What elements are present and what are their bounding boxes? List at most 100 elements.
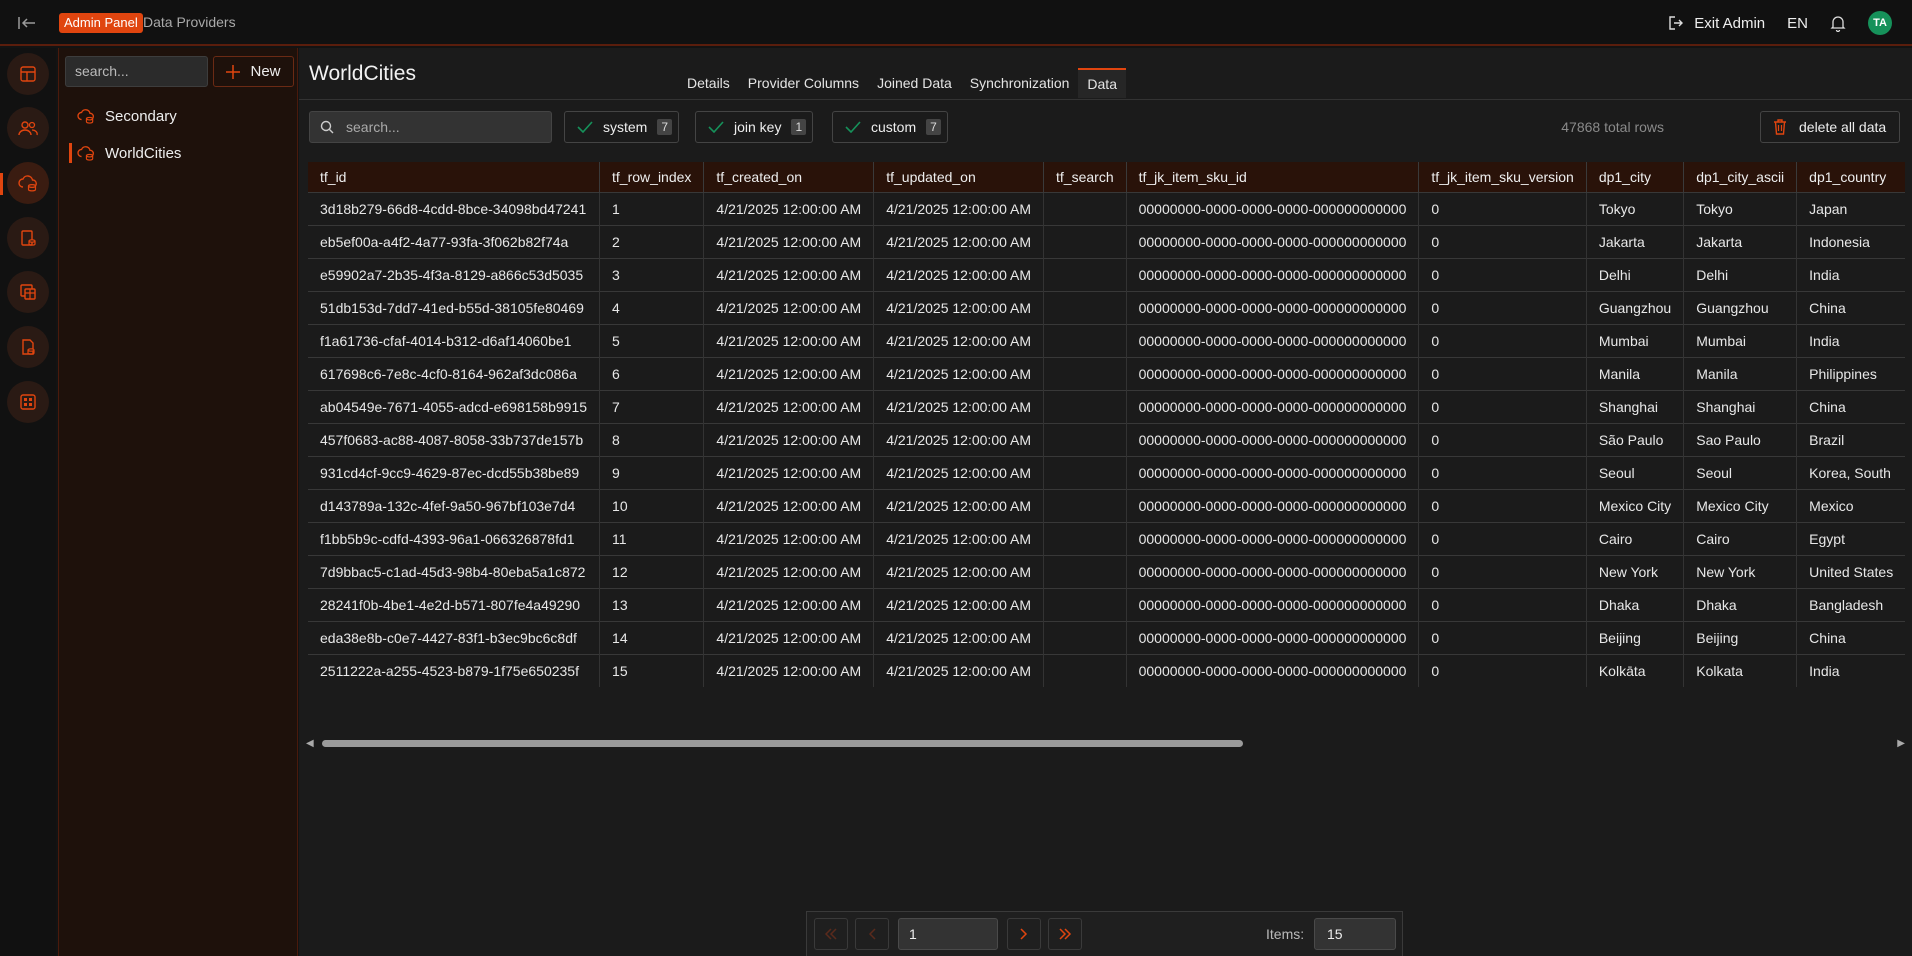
table-cell: e59902a7-2b35-4f3a-8129-a866c53d5035	[308, 257, 601, 291]
table-cell: Korea, South	[1796, 455, 1906, 489]
table-cell: Egypt	[1796, 521, 1906, 555]
table-cell: United States	[1796, 554, 1906, 588]
tab-data[interactable]: Data	[1078, 68, 1126, 98]
sidebar-search-input[interactable]: search...	[65, 56, 208, 87]
table-cell: Cairo	[1586, 521, 1685, 555]
filter-custom[interactable]: custom 7	[832, 111, 948, 143]
rail-tables-icon[interactable]	[7, 271, 49, 313]
exit-admin-button[interactable]: Exit Admin	[1668, 15, 1765, 32]
horizontal-scrollbar[interactable]: ◀ ▶	[299, 737, 1912, 749]
table-row[interactable]: 7d9bbac5-c1ad-45d3-98b4-80eba5a1c872 12 4/…	[308, 554, 1906, 588]
table-cell: 4/21/2025 12:00:00 AM	[703, 521, 875, 555]
scroll-right-arrow-icon[interactable]: ▶	[1897, 738, 1905, 749]
column-header[interactable]: tf_row_index	[599, 162, 705, 192]
tab-provider-columns[interactable]: Provider Columns	[739, 68, 868, 98]
table-cell: 0	[1418, 323, 1587, 357]
table-cell: f1a61736-cfaf-4014-b312-d6af14060be1	[308, 323, 601, 357]
rail-cloud-data-icon[interactable]	[7, 162, 49, 204]
items-per-page-input[interactable]: 15	[1314, 918, 1396, 950]
table-cell: 4/21/2025 12:00:00 AM	[873, 191, 1045, 225]
table-row[interactable]: e59902a7-2b35-4f3a-8129-a866c53d5035 3 4/2…	[308, 257, 1906, 291]
column-header[interactable]: tf_id	[308, 162, 601, 192]
admin-panel-badge: Admin Panel	[59, 13, 143, 33]
table-row[interactable]: f1bb5b9c-cdfd-4393-96a1-066326878fd1 11 4/…	[308, 521, 1906, 555]
table-row[interactable]: 28241f0b-4be1-4e2d-b571-807fe4a49290 13 4/…	[308, 587, 1906, 621]
column-header[interactable]: dp1_city_ascii	[1683, 162, 1798, 192]
rail-file-data-icon[interactable]	[7, 326, 49, 368]
table-row[interactable]: 931cd4cf-9cc9-4629-87ec-dcd55b38be89 9 4/2…	[308, 455, 1906, 489]
table-cell: 3	[599, 257, 705, 291]
divider	[299, 99, 1912, 100]
exit-admin-label: Exit Admin	[1694, 14, 1766, 32]
rail-users-icon[interactable]	[7, 107, 49, 149]
table-cell: Guangzhou	[1683, 290, 1798, 324]
table-row[interactable]: 457f0683-ac88-4087-8058-33b737de157b 8 4/2…	[308, 422, 1906, 456]
first-page-button[interactable]	[814, 918, 848, 950]
chevron-left-icon	[868, 928, 876, 940]
sidebar-active-indicator	[69, 143, 72, 163]
table-cell: 0	[1418, 455, 1587, 489]
delete-all-data-button[interactable]: delete all data	[1760, 111, 1900, 143]
column-header[interactable]: tf_created_on	[703, 162, 875, 192]
table-row[interactable]: 617698c6-7e8c-4cf0-8164-962af3dc086a 6 4/2…	[308, 356, 1906, 390]
table-row[interactable]: eb5ef00a-a4f2-4a77-93fa-3f062b82f74a 2 4/2…	[308, 224, 1906, 258]
table-row[interactable]: eda38e8b-c0e7-4427-83f1-b3ec9bc6c8df 14 4/…	[308, 620, 1906, 654]
column-header[interactable]: tf_jk_item_sku_version	[1418, 162, 1587, 192]
page-number-input[interactable]: 1	[898, 918, 998, 950]
user-avatar[interactable]: TA	[1868, 11, 1892, 35]
rail-database-icon[interactable]	[7, 217, 49, 259]
previous-page-button[interactable]	[855, 918, 889, 950]
table-cell: 7d9bbac5-c1ad-45d3-98b4-80eba5a1c872	[308, 554, 601, 588]
table-row[interactable]: 51db153d-7dd7-41ed-b55d-38105fe80469 4 4/2…	[308, 290, 1906, 324]
filter-system[interactable]: system 7	[564, 111, 680, 143]
table-cell	[1043, 290, 1127, 324]
table-cell: 4/21/2025 12:00:00 AM	[873, 389, 1045, 423]
table-cell: Seoul	[1683, 455, 1798, 489]
next-page-button[interactable]	[1007, 918, 1041, 950]
language-selector[interactable]: EN	[1787, 15, 1808, 32]
table-cell: 4/21/2025 12:00:00 AM	[873, 356, 1045, 390]
table-cell: 4/21/2025 12:00:00 AM	[703, 323, 875, 357]
collapse-sidebar-icon[interactable]	[16, 12, 38, 34]
table-cell: Mexico City	[1683, 488, 1798, 522]
scroll-left-arrow-icon[interactable]: ◀	[306, 738, 314, 749]
table-cell: 4/21/2025 12:00:00 AM	[703, 224, 875, 258]
table-row[interactable]: 2511222a-a255-4523-b879-1f75e650235f 15 4/…	[308, 653, 1906, 687]
new-provider-button[interactable]: New	[213, 56, 294, 87]
tab-details[interactable]: Details	[678, 68, 739, 98]
table-row[interactable]: ab04549e-7671-4055-adcd-e698158b9915 7 4/2…	[308, 389, 1906, 423]
items-per-page-label: Items:	[1266, 926, 1305, 942]
tab-bar: Details Provider Columns Joined Data Syn…	[678, 68, 1126, 98]
table-cell: São Paulo	[1586, 422, 1685, 456]
sidebar-item-secondary[interactable]: Secondary	[77, 103, 177, 129]
table-cell: 00000000-0000-0000-0000-000000000000	[1126, 521, 1420, 555]
table-cell: Tokyo	[1683, 191, 1798, 225]
rail-grid-icon[interactable]	[7, 381, 49, 423]
table-row[interactable]: 3d18b279-66d8-4cdd-8bce-34098bd47241 1 4/2…	[308, 191, 1906, 225]
table-cell: 4/21/2025 12:00:00 AM	[703, 356, 875, 390]
sidebar-item-worldcities[interactable]: WorldCities	[77, 140, 181, 166]
breadcrumb[interactable]: Data Providers	[143, 14, 236, 30]
column-header[interactable]: tf_search	[1043, 162, 1127, 192]
column-header[interactable]: tf_jk_item_sku_id	[1126, 162, 1420, 192]
table-cell: Delhi	[1683, 257, 1798, 291]
table-cell: 0	[1418, 620, 1587, 654]
tab-synchronization[interactable]: Synchronization	[961, 68, 1079, 98]
filter-join-key[interactable]: join key 1	[695, 111, 814, 143]
table-cell: 4	[599, 290, 705, 324]
table-cell: 4/21/2025 12:00:00 AM	[703, 389, 875, 423]
last-page-button[interactable]	[1048, 918, 1082, 950]
table-row[interactable]: d143789a-132c-4fef-9a50-967bf103e7d4 10 4/…	[308, 488, 1906, 522]
tab-joined-data[interactable]: Joined Data	[868, 68, 961, 98]
scrollbar-thumb[interactable]	[322, 740, 1243, 747]
table-cell	[1043, 653, 1127, 687]
column-header[interactable]: dp1_city	[1586, 162, 1685, 192]
table-cell: Mumbai	[1683, 323, 1798, 357]
table-search-input[interactable]: search...	[309, 111, 552, 143]
rail-layout-icon[interactable]	[7, 53, 49, 95]
column-header[interactable]: tf_updated_on	[873, 162, 1045, 192]
table-cell: Japan	[1796, 191, 1906, 225]
column-header[interactable]: dp1_country	[1796, 162, 1906, 192]
table-row[interactable]: f1a61736-cfaf-4014-b312-d6af14060be1 5 4/2…	[308, 323, 1906, 357]
notifications-bell-icon[interactable]	[1830, 15, 1846, 32]
